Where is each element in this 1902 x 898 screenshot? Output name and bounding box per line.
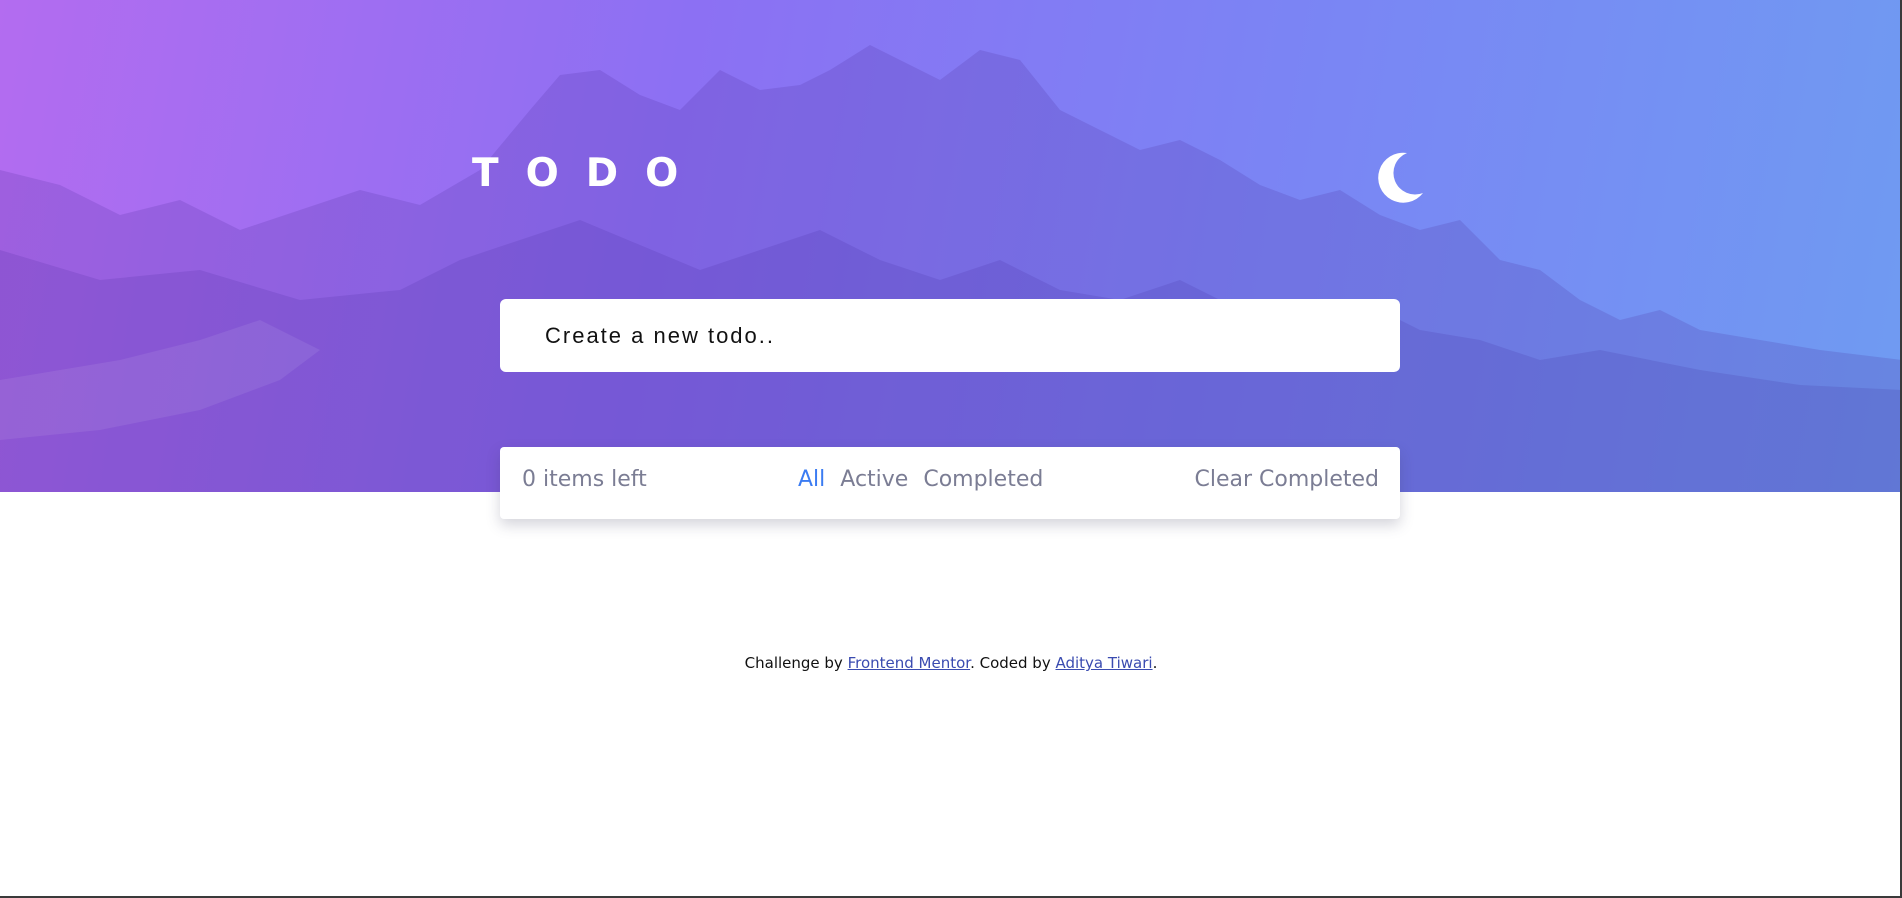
filter-group: All Active Completed bbox=[798, 467, 1043, 492]
filter-completed[interactable]: Completed bbox=[923, 467, 1043, 492]
author-link[interactable]: Aditya Tiwari bbox=[1055, 654, 1152, 672]
filter-all[interactable]: All bbox=[798, 467, 825, 492]
attribution: Challenge by Frontend Mentor. Coded by A… bbox=[0, 654, 1900, 672]
frontend-mentor-link[interactable]: Frontend Mentor bbox=[848, 654, 971, 672]
moon-icon bbox=[1378, 152, 1423, 203]
clear-completed-button[interactable]: Clear Completed bbox=[1194, 467, 1379, 492]
app-title: TODO bbox=[472, 151, 706, 196]
attribution-suffix: . bbox=[1152, 654, 1158, 672]
filter-active[interactable]: Active bbox=[840, 467, 908, 492]
theme-toggle-button[interactable] bbox=[1370, 148, 1428, 206]
app-window: TODO 0 items left All Active Completed C… bbox=[0, 0, 1902, 898]
attribution-middle: . Coded by bbox=[970, 654, 1056, 672]
attribution-prefix: Challenge by bbox=[744, 654, 848, 672]
items-left-count: 0 items left bbox=[522, 467, 647, 492]
todo-footer-bar: 0 items left All Active Completed Clear … bbox=[500, 447, 1400, 519]
header-background: TODO bbox=[0, 0, 1900, 492]
mountain-image bbox=[0, 45, 1900, 492]
new-todo-input[interactable] bbox=[500, 299, 1400, 372]
